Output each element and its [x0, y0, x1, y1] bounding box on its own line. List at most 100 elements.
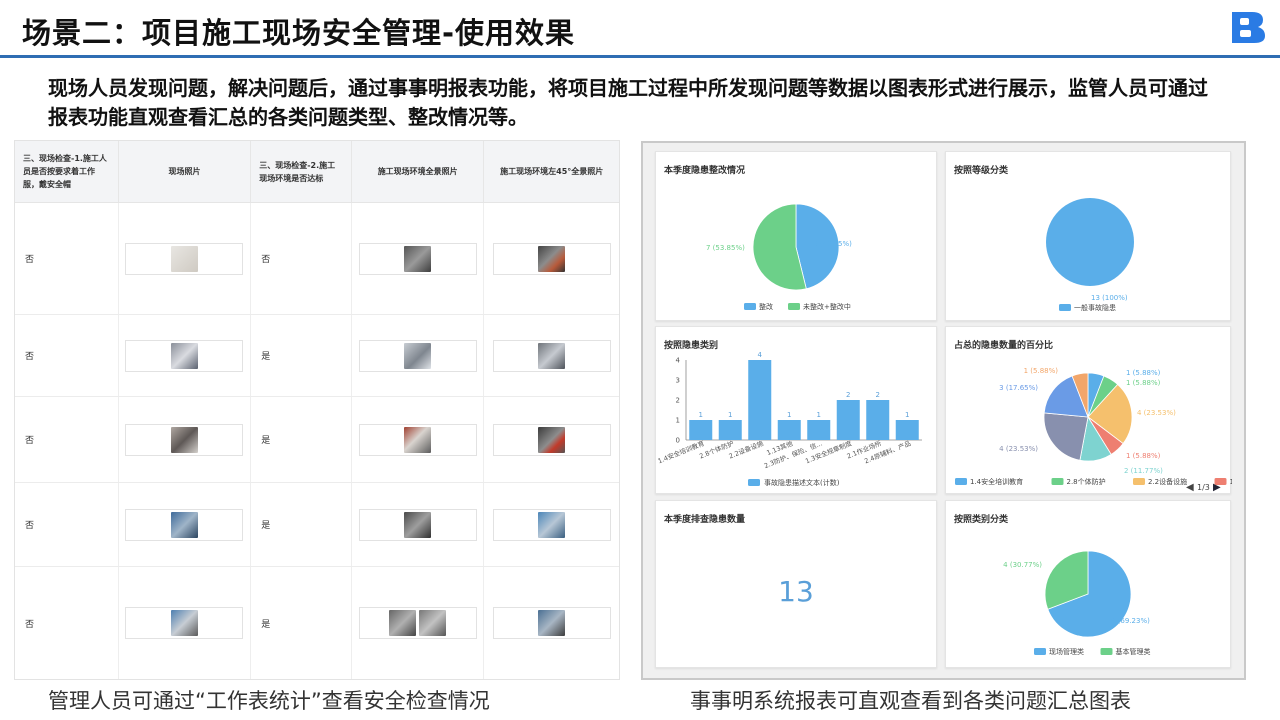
card-title: 本季度排查隐患数量 — [664, 515, 746, 525]
header-left45-photo: 施工现场环境左45°全景照片 — [500, 167, 604, 176]
cell-environment: 是 — [251, 315, 352, 396]
pie-slices[interactable] — [1043, 372, 1133, 462]
legend-item[interactable]: 2.8个体防护 — [1067, 477, 1106, 486]
legend-prev-icon[interactable]: ◀ — [1186, 482, 1194, 493]
header-panorama-photo: 施工现场环境全景照片 — [352, 141, 485, 202]
legend-item[interactable]: 现场管理类 — [1049, 647, 1084, 656]
cell-environment: 是 — [251, 397, 352, 482]
cell-environment: 是 — [251, 567, 352, 679]
legend-swatch — [1133, 478, 1145, 485]
photo-thumbnail[interactable] — [358, 607, 477, 639]
bar-marks[interactable]: 1 1 4 1 1 2 2 1 — [689, 351, 919, 440]
caption-right: 事事明系统报表可直观查看到各类问题汇总图表 — [690, 689, 1131, 713]
legend-swatch — [744, 303, 756, 310]
legend-item[interactable]: 一般事故隐患 — [1074, 303, 1116, 312]
legend-item[interactable]: 事故隐患描述文本(计数) — [764, 478, 840, 487]
photo-thumbnail[interactable] — [125, 242, 244, 275]
photo-thumbnail[interactable] — [125, 508, 244, 541]
percentage-pie-chart: 1 (5.88%) 1 (5.88%) 4 (23.53%) 1 (5.88%) 2 (… — [955, 367, 1233, 493]
card-by-type[interactable]: 按照类别分类 9 (69.23%) 4 (30.77%) 现场管理类 基本管理类 — [945, 500, 1231, 668]
photo-thumbnail[interactable] — [358, 508, 477, 541]
cell-attire: 否 — [15, 203, 119, 314]
pie-slice-label: 3 (17.65%) — [999, 384, 1038, 392]
pie-slices[interactable] — [1046, 198, 1134, 286]
photo-thumbnail[interactable] — [125, 339, 244, 372]
header-worker-attire: 三、现场检查-1.施工人员是否按要求着工作服，戴安全帽 — [15, 141, 119, 202]
pie-slice-label: 4 (23.53%) — [999, 445, 1038, 453]
legend-item[interactable]: 未整改+整改中 — [803, 302, 851, 311]
y-tick-label: 4 — [676, 357, 681, 365]
photo-thumbnail[interactable] — [358, 423, 477, 456]
cell-environment: 是 — [251, 483, 352, 566]
photo-thumbnail[interactable] — [125, 423, 244, 456]
card-by-category[interactable]: 按照隐患类别 0 1 2 3 4 1.4安全培训教育 2.8个体防护 2.2设备设施 1.13其… — [655, 326, 937, 494]
pie-slice-label: 7 (53.85%) — [706, 244, 745, 252]
pie-slice-label: 13 (100%) — [1091, 294, 1128, 302]
legend-item[interactable]: 2.2设备设施 — [1148, 477, 1187, 486]
pie-slice[interactable] — [1043, 412, 1089, 461]
bar[interactable] — [895, 420, 919, 440]
pie-slice[interactable] — [1046, 198, 1134, 286]
table-row[interactable]: 否 是 — [15, 567, 619, 679]
pie-slice-label: 6 (46.15%) — [813, 240, 852, 248]
card-rectification[interactable]: 本季度隐患整改情况 6 (46.15%) 7 (53.85%) 整改 未整改+整改中 — [655, 151, 937, 321]
photo-thumbnail[interactable] — [492, 423, 611, 456]
y-tick-label: 1 — [676, 417, 680, 425]
pie-slice-label: 2 (11.77%) — [1124, 467, 1163, 475]
legend-item[interactable]: 整改 — [759, 302, 773, 311]
legend-item[interactable]: 基本管理类 — [1116, 647, 1151, 656]
legend-swatch — [955, 478, 967, 485]
legend-item[interactable]: 1.4安全培训教育 — [970, 477, 1023, 486]
y-tick-label: 0 — [676, 437, 680, 445]
photo-thumbnail[interactable] — [492, 339, 611, 372]
intro-text: 现场人员发现问题，解决问题后，通过事事明报表功能，将项目施工过程中所发现问题等数… — [48, 76, 1208, 129]
rectification-pie-chart: 6 (46.15%) 7 (53.85%) 整改 未整改+整改中 — [706, 203, 852, 311]
bar-value-label: 2 — [846, 391, 850, 399]
pie-slice-label: 4 (23.53%) — [1137, 409, 1176, 417]
chart-legend[interactable]: 事故隐患描述文本(计数) — [748, 478, 840, 487]
card-count[interactable]: 本季度排查隐患数量 13 — [655, 500, 937, 668]
pie-labels: 13 (100%) — [1091, 294, 1128, 302]
pie-slice-label: 1 (5.88%) — [1126, 452, 1161, 460]
photo-thumbnail[interactable] — [492, 607, 611, 639]
level-pie-chart: 13 (100%) 一般事故隐患 — [1046, 198, 1134, 312]
photo-thumbnail[interactable] — [358, 242, 477, 275]
header-environment-ok: 三、现场检查-2.施工现场环境是否达标 — [251, 141, 352, 202]
table-row[interactable]: 否 是 — [15, 483, 619, 567]
x-tick-label: 2.2设备设施 — [727, 438, 765, 460]
y-tick-label: 2 — [676, 397, 680, 405]
card-percentage[interactable]: 占总的隐患数量的百分比 1 (5.88%) 1 (5.88%) 4 (23.53%)… — [945, 326, 1233, 494]
legend-next-icon[interactable]: ▶ — [1213, 482, 1221, 493]
bar[interactable] — [718, 420, 742, 440]
photo-thumbnail[interactable] — [358, 339, 477, 372]
bar[interactable] — [689, 420, 713, 440]
bar[interactable] — [836, 400, 860, 440]
legend-item[interactable]: 1.13 — [1230, 478, 1233, 486]
cell-attire: 否 — [15, 567, 119, 679]
photo-thumbnail[interactable] — [492, 508, 611, 541]
bar[interactable] — [866, 400, 890, 440]
legend-pager: 1/3 — [1197, 483, 1210, 492]
title-rule — [0, 55, 1280, 58]
chart-legend[interactable]: 一般事故隐患 — [1059, 303, 1116, 312]
brand-logo-icon — [1232, 12, 1265, 43]
category-bar-chart: 012341.4安全培训教育2.8个体防护2.2设备设施 1.13其他2.3防护、… — [656, 351, 922, 487]
pie-slice-label: 1 (5.88%) — [1024, 367, 1059, 375]
photo-thumbnail[interactable] — [492, 242, 611, 275]
bar[interactable] — [777, 420, 801, 440]
pie-slice-label: 1 (5.88%) — [1126, 379, 1161, 387]
bar-value-label: 1 — [817, 411, 821, 419]
bar[interactable] — [748, 360, 772, 440]
table-row[interactable]: 否 是 — [15, 397, 619, 483]
photo-thumbnail[interactable] — [125, 607, 244, 639]
legend-swatch — [1051, 478, 1064, 485]
cell-attire: 否 — [15, 483, 119, 566]
cell-environment: 否 — [251, 203, 352, 314]
chart-legend[interactable]: 整改 未整改+整改中 — [744, 302, 851, 311]
card-by-level[interactable]: 按照等级分类 13 (100%) 一般事故隐患 — [945, 151, 1231, 321]
chart-legend[interactable]: 现场管理类 基本管理类 — [1034, 647, 1151, 656]
bar[interactable] — [807, 420, 831, 440]
table-row[interactable]: 否 是 — [15, 315, 619, 397]
table-row[interactable]: 否 否 — [15, 203, 619, 315]
legend-swatch — [1059, 304, 1071, 311]
